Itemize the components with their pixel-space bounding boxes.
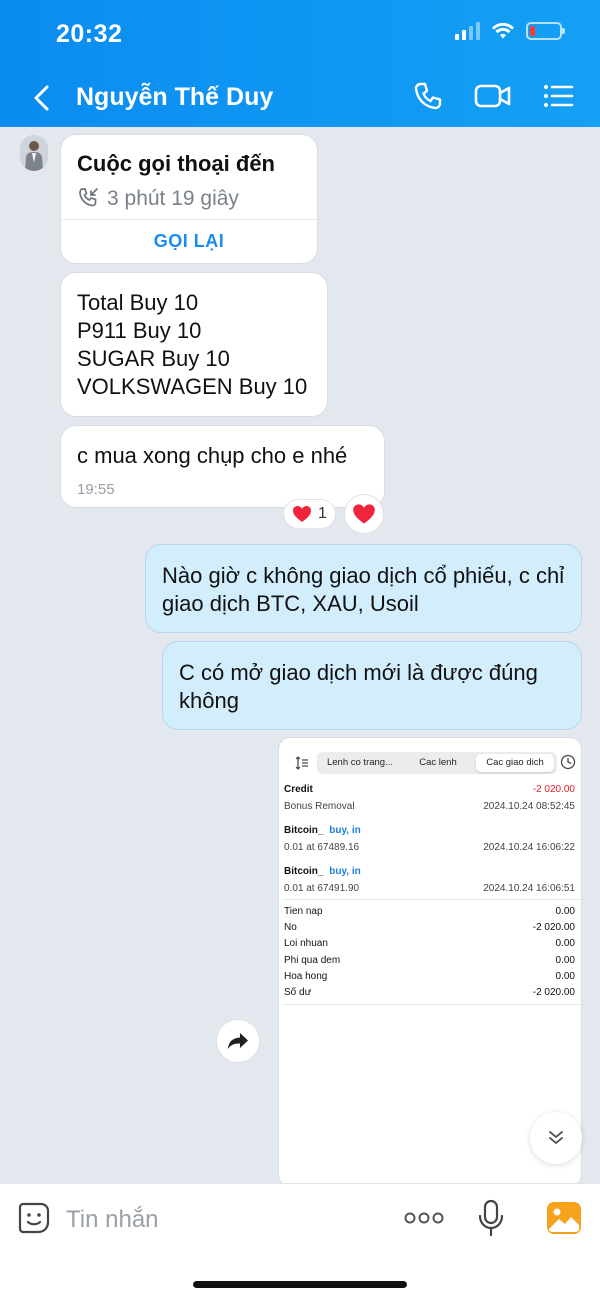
home-indicator — [193, 1281, 407, 1288]
segmented-control: Lenh co trang... Cac lenh Cac giao dich — [317, 752, 557, 774]
divider — [284, 899, 581, 900]
credit-label: Credit — [284, 784, 313, 795]
trade-side: buy, in — [329, 825, 361, 836]
order-line: Total Buy 10 — [77, 290, 199, 315]
summary-value: -2 020.00 — [532, 987, 575, 998]
trade-symbol: Bitcoin_ — [284, 866, 324, 877]
status-time: 20:32 — [56, 20, 123, 48]
trade-row: Bitcoin_ buy, in — [284, 866, 575, 877]
outgoing-message[interactable]: Nào giờ c không giao dịch cổ phiếu, c ch… — [145, 544, 582, 633]
summary-row: Phi qua dem 0.00 — [284, 955, 575, 966]
summary-row: Tien nap 0.00 — [284, 906, 575, 917]
trade-date: 2024.10.24 16:06:22 — [483, 842, 575, 853]
status-icons — [455, 22, 565, 40]
divider — [61, 219, 317, 220]
trade-date: 2024.10.24 16:06:51 — [483, 883, 575, 894]
trade-detail-row: 0.01 at 67489.16 2024.10.24 16:06:22 — [284, 842, 575, 853]
request-text: c mua xong chụp cho e nhé — [77, 443, 348, 468]
back-arrow-icon[interactable] — [28, 82, 58, 114]
trade-detail: 0.01 at 67489.16 — [284, 842, 360, 853]
reaction-summary[interactable]: 1 — [283, 499, 336, 529]
outgoing-text: Nào giờ c không giao dịch cổ phiếu, c ch… — [162, 563, 565, 616]
image-gallery-icon[interactable] — [546, 1201, 582, 1235]
nav-bar: Nguyễn Thế Duy — [0, 72, 600, 124]
heart-icon — [353, 504, 375, 524]
heart-icon — [293, 506, 311, 522]
credit-date: 2024.10.24 08:52:45 — [483, 801, 575, 812]
signal-icon — [455, 22, 480, 40]
trade-side: buy, in — [329, 866, 361, 877]
summary-label: Phi qua dem — [284, 955, 341, 966]
credit-amount: -2 020.00 — [532, 784, 575, 795]
summary-label: Loi nhuan — [284, 938, 328, 949]
trade-detail-row: 0.01 at 67491.90 2024.10.24 16:06:51 — [284, 883, 575, 894]
summary-value: -2 020.00 — [532, 922, 575, 933]
summary-value: 0.00 — [555, 906, 575, 917]
order-line: VOLKSWAGEN Buy 10 — [77, 374, 308, 399]
share-arrow-icon — [228, 1033, 248, 1049]
call-title: Cuộc gọi thoại đến — [77, 151, 275, 176]
tab-positions: Lenh co trang... — [326, 757, 394, 768]
summary-value: 0.00 — [555, 955, 575, 966]
summary-label: Số dư — [284, 987, 312, 998]
chat-header: 20:32 Nguyễn Thế Duy — [0, 0, 600, 127]
message-time: 19:55 — [77, 481, 115, 498]
trade-symbol: Bitcoin_ — [284, 825, 324, 836]
credit-sub: Bonus Removal — [284, 801, 355, 812]
orders-message[interactable]: Total Buy 10 P911 Buy 10 SUGAR Buy 10 VO… — [60, 272, 328, 417]
summary-value: 0.00 — [555, 938, 575, 949]
microphone-icon[interactable] — [478, 1199, 504, 1237]
summary-label: Tien nap — [284, 906, 323, 917]
summary-row: Số dư -2 020.00 — [284, 987, 575, 998]
order-line: P911 Buy 10 — [77, 318, 202, 343]
call-message[interactable]: Cuộc gọi thoại đến 3 phút 19 giây GỌI LẠ… — [60, 134, 318, 264]
summary-label: Hoa hong — [284, 971, 328, 982]
more-options-icon[interactable] — [404, 1210, 444, 1226]
summary-row: Loi nhuan 0.00 — [284, 938, 575, 949]
summary-row: No -2 020.00 — [284, 922, 575, 933]
battery-icon — [526, 22, 565, 40]
scroll-down-button[interactable] — [530, 1112, 582, 1164]
sticker-icon[interactable] — [17, 1201, 51, 1235]
callback-button[interactable]: GỌI LẠI — [61, 231, 317, 252]
avatar[interactable] — [20, 135, 48, 171]
orders-text: Total Buy 10 P911 Buy 10 SUGAR Buy 10 VO… — [77, 289, 307, 401]
trade-row: Bitcoin_ buy, in — [284, 825, 575, 836]
reaction-count: 1 — [318, 505, 327, 522]
message-input[interactable] — [66, 1202, 386, 1238]
double-chevron-down-icon — [549, 1131, 563, 1144]
incoming-call-icon — [79, 188, 98, 207]
outgoing-message[interactable]: C có mở giao dịch mới là được đúng không — [162, 641, 582, 730]
history-clock-icon — [560, 754, 576, 770]
trade-detail: 0.01 at 67491.90 — [284, 883, 360, 894]
divider — [284, 1004, 581, 1005]
summary-row: Hoa hong 0.00 — [284, 971, 575, 982]
video-call-icon[interactable] — [474, 80, 512, 112]
app-tab-bar: Lenh co trang... Cac lenh Cac giao dich — [287, 750, 577, 776]
react-button[interactable] — [344, 494, 384, 534]
call-duration: 3 phút 19 giây — [107, 187, 239, 210]
request-message[interactable]: c mua xong chụp cho e nhé 19:55 — [60, 425, 385, 508]
outgoing-text: C có mở giao dịch mới là được đúng không — [179, 660, 538, 713]
phone-call-icon[interactable] — [412, 80, 444, 112]
contact-name[interactable]: Nguyễn Thế Duy — [76, 83, 273, 112]
message-composer — [0, 1183, 600, 1298]
tab-orders: Cac lenh — [419, 757, 457, 768]
summary-value: 0.00 — [555, 971, 575, 982]
avatar-person-icon — [20, 135, 48, 171]
sort-icon — [295, 756, 308, 770]
summary-label: No — [284, 922, 297, 933]
menu-list-icon[interactable] — [542, 80, 574, 112]
credit-row: Credit -2 020.00 — [284, 784, 575, 795]
forward-button[interactable] — [216, 1019, 260, 1063]
tab-deals: Cac giao dich — [476, 754, 554, 772]
wifi-icon — [492, 22, 514, 39]
order-line: SUGAR Buy 10 — [77, 346, 230, 371]
credit-sub-row: Bonus Removal 2024.10.24 08:52:45 — [284, 801, 575, 812]
